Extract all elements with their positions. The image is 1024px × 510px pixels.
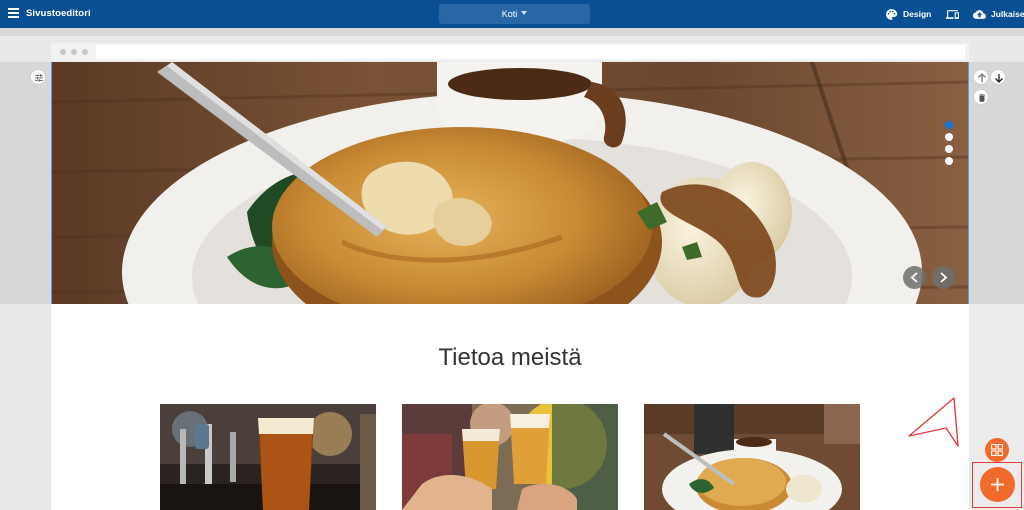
hero-slider[interactable]: [51, 62, 969, 304]
card-image-pie: [644, 404, 860, 510]
devices-icon: [946, 10, 959, 19]
plus-icon: [991, 478, 1004, 491]
publish-button[interactable]: Julkaise: [972, 7, 1024, 22]
design-button[interactable]: Design: [885, 7, 931, 22]
page-selector[interactable]: Koti: [439, 4, 590, 24]
hero-food-image: [52, 62, 968, 304]
browser-frame-bar: [51, 43, 969, 61]
chevron-down-icon: [521, 11, 528, 15]
editor-topbar: Sivustoeditori Koti Design Julkaise: [0, 0, 1024, 28]
add-section-button[interactable]: [980, 467, 1015, 502]
menu-icon[interactable]: [8, 8, 19, 20]
window-dot: [60, 49, 66, 55]
slide-dot[interactable]: [945, 121, 953, 129]
slide-dot[interactable]: [945, 145, 953, 153]
window-dot: [82, 49, 88, 55]
about-section: Tietoa meistä: [51, 304, 969, 510]
arrow-down-icon: [995, 74, 1003, 83]
page-selector-label: Koti: [501, 9, 518, 19]
publish-label: Julkaise: [991, 9, 1024, 19]
move-section-down-button[interactable]: [990, 69, 1006, 85]
card-image-toast: [402, 404, 618, 510]
section-title: Tietoa meistä: [438, 344, 582, 371]
slide-dot[interactable]: [945, 157, 953, 165]
sliders-icon: [35, 74, 43, 82]
pie-dish-image: [644, 404, 860, 510]
trash-icon: [979, 94, 985, 102]
address-bar: [96, 45, 965, 59]
slide-indicators: [945, 121, 953, 169]
window-dot: [71, 49, 77, 55]
add-widget-button[interactable]: [985, 438, 1009, 462]
delete-section-button[interactable]: [973, 89, 989, 105]
editor-stripe: [0, 28, 1024, 36]
device-preview-button[interactable]: [945, 7, 961, 22]
move-section-up-button[interactable]: [973, 69, 989, 85]
widgets-icon: [991, 444, 1003, 456]
slider-prev-button[interactable]: [903, 266, 926, 289]
section-settings-button[interactable]: [30, 69, 46, 85]
beer-tap-image: [160, 404, 376, 510]
chevron-left-icon: [910, 272, 918, 283]
slider-next-button[interactable]: [932, 266, 955, 289]
toast-image: [402, 404, 618, 510]
card-image-beer: [160, 404, 376, 510]
app-title: Sivustoeditori: [26, 8, 91, 19]
cloud-upload-icon: [973, 10, 986, 19]
design-label: Design: [903, 9, 932, 19]
slide-dot[interactable]: [945, 133, 953, 141]
chevron-right-icon: [940, 272, 948, 283]
arrow-up-icon: [978, 73, 986, 82]
pointer-arrow-icon: [908, 397, 959, 447]
palette-icon: [886, 9, 898, 20]
